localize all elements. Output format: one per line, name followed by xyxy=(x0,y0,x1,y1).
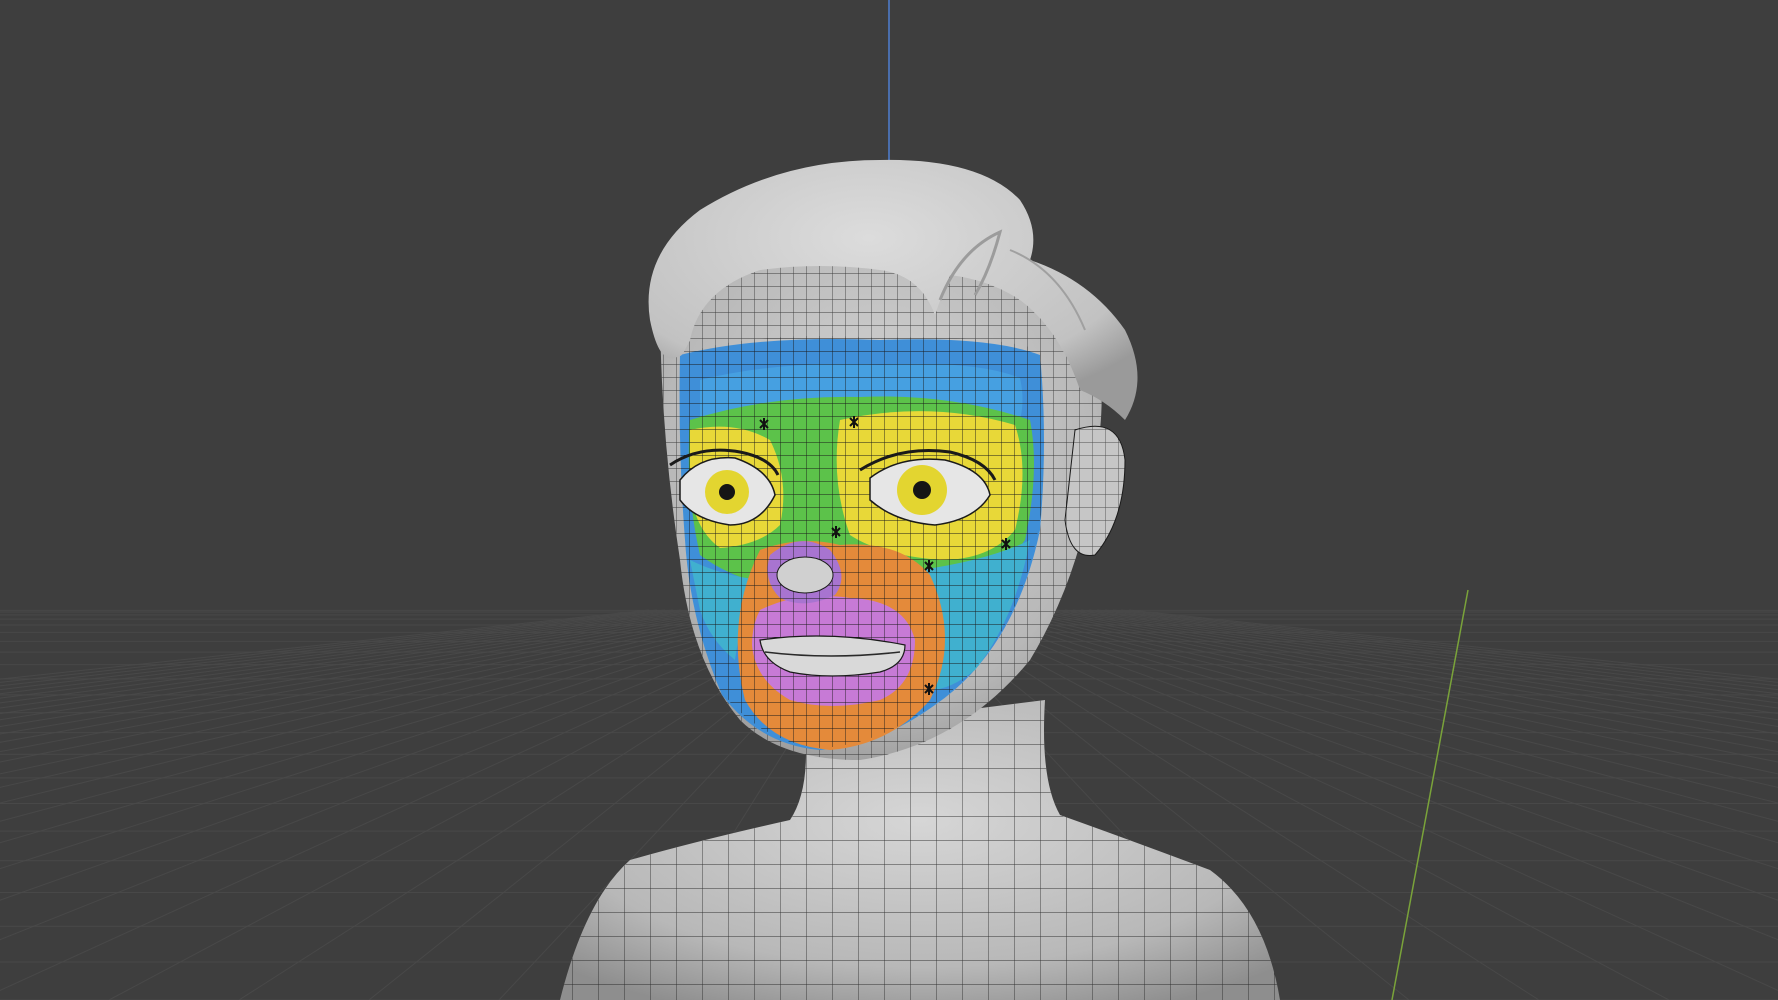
viewport-canvas[interactable] xyxy=(0,0,1778,1000)
y-axis-line xyxy=(1391,589,1469,1000)
character-body[interactable] xyxy=(560,700,1280,1000)
grid-line xyxy=(0,609,650,680)
3d-viewport[interactable] xyxy=(0,0,1778,1000)
face-wireframe xyxy=(679,336,1045,748)
nose-tip xyxy=(776,556,834,594)
